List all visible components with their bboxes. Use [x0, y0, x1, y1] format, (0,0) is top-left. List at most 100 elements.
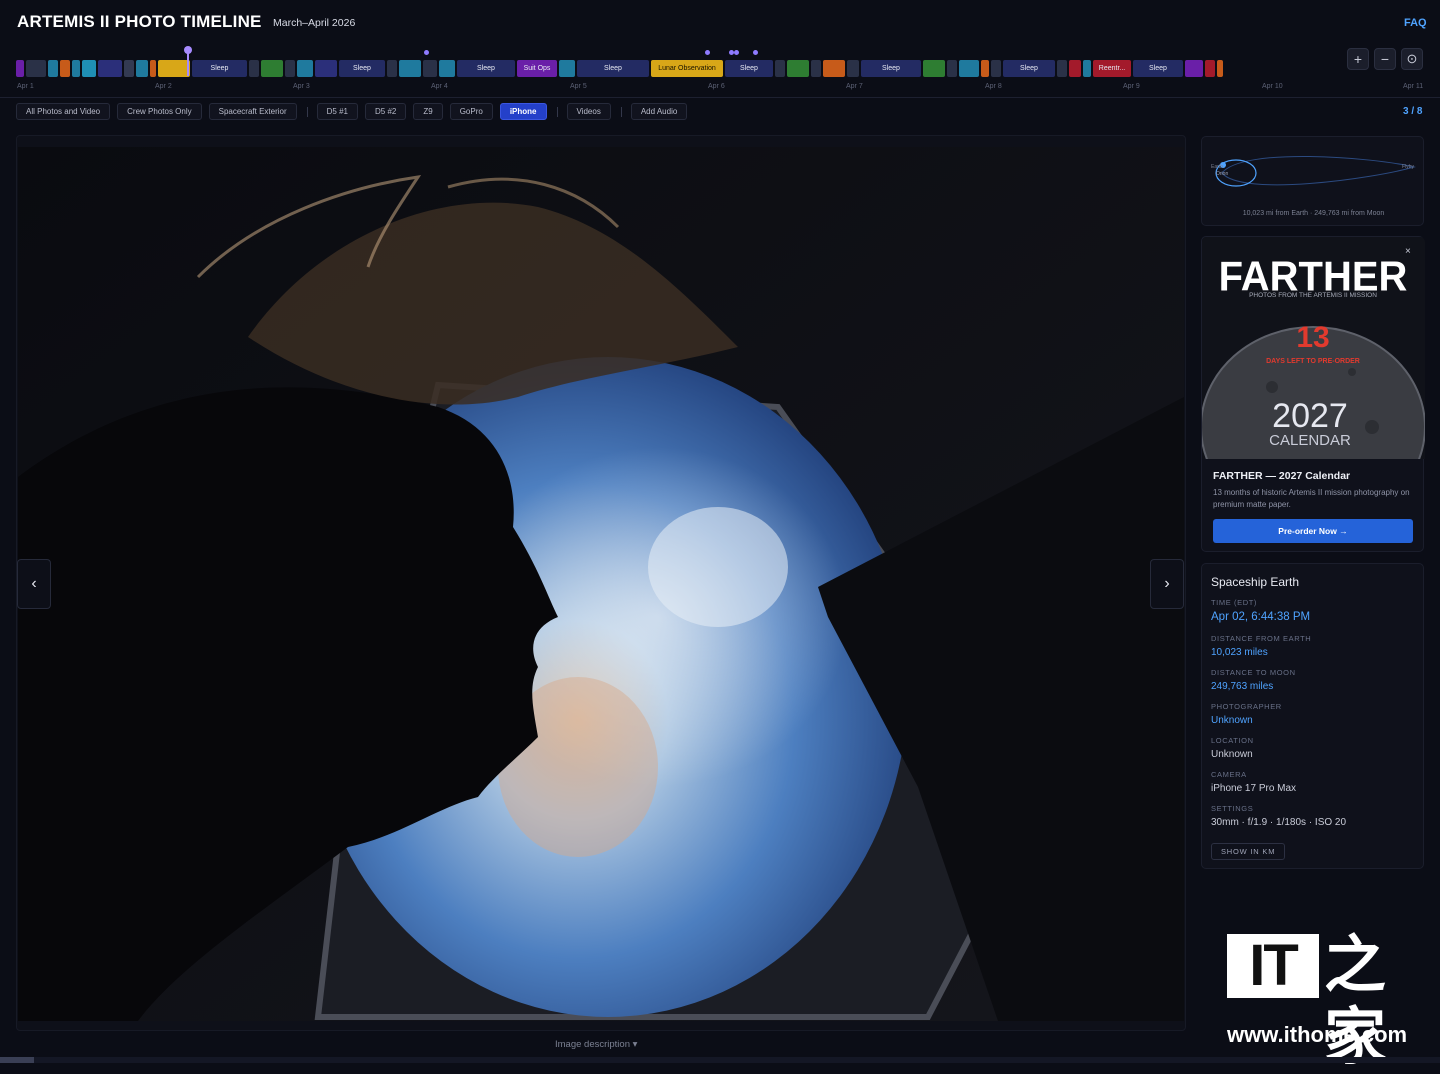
timeline-day-label: Apr 4: [431, 83, 448, 90]
filter-chip[interactable]: Crew Photos Only: [117, 103, 202, 120]
filter-separator: [620, 106, 622, 117]
photographer-label: PHOTOGRAPHER: [1211, 702, 1282, 711]
timeline-day-label: Apr 11: [1403, 83, 1424, 90]
timeline-segment[interactable]: [1185, 60, 1203, 77]
filter-chip[interactable]: D5 #1: [316, 103, 358, 120]
zoom-out-button[interactable]: −: [1374, 48, 1396, 70]
orion-label: Orion: [1216, 171, 1228, 177]
timeline-segment[interactable]: Sleep: [192, 60, 247, 77]
timeline-segment[interactable]: [439, 60, 455, 77]
timeline-day-label: Apr 10: [1262, 83, 1283, 90]
filter-chip[interactable]: iPhone: [499, 103, 547, 120]
timeline-segment[interactable]: [823, 60, 845, 77]
timeline-segment[interactable]: [136, 60, 148, 77]
next-photo-button[interactable]: ›: [1150, 559, 1184, 609]
calendar-ad-image: FARTHER PHOTOS FROM THE ARTEMIS II MISSI…: [1202, 237, 1425, 459]
timeline-segment[interactable]: [1083, 60, 1091, 77]
timeline-segment[interactable]: [423, 60, 437, 77]
timeline-segment[interactable]: [285, 60, 295, 77]
timeline-day-label: Apr 8: [985, 83, 1002, 90]
timeline-bar[interactable]: Sleep Sleep Sleep Suit Ops Sleep Lunar Observ…: [16, 60, 1304, 77]
timeline-segment[interactable]: [847, 60, 859, 77]
distance-moon-value: 249,763 miles: [1211, 681, 1274, 692]
filter-chip[interactable]: Z9: [413, 103, 443, 120]
timeline-playhead[interactable]: [184, 46, 192, 78]
zoom-reset-button[interactable]: ⊙: [1401, 48, 1423, 70]
filter-chip[interactable]: All Photos and Video: [16, 103, 111, 120]
timeline-segment[interactable]: [811, 60, 821, 77]
image-description-toggle[interactable]: Image description ▾: [555, 1039, 637, 1050]
filter-bar: All Photos and Video Crew Photos Only Spac…: [16, 103, 694, 120]
filter-chip[interactable]: Spacecraft Exterior: [208, 103, 297, 120]
orbit-panel: Earth Orion Flyby 10,023 mi from Earth ·…: [1201, 136, 1424, 226]
timeline-segment[interactable]: [60, 60, 70, 77]
timeline-segment-label: Sleep: [1149, 65, 1167, 72]
photo-counter: 3 / 8: [1403, 106, 1423, 117]
timeline-segment[interactable]: [947, 60, 957, 77]
timeline-segment[interactable]: Lunar Observation: [651, 60, 723, 77]
orbit-distance-caption: 10,023 mi from Earth · 249,763 mi from M…: [1242, 210, 1385, 217]
timeline-segment[interactable]: [16, 60, 24, 77]
timeline-segment[interactable]: [399, 60, 421, 77]
timeline-segment[interactable]: [959, 60, 979, 77]
timeline-segment[interactable]: [1069, 60, 1081, 77]
timeline-segment-label: Sleep: [477, 65, 495, 72]
timeline-segment[interactable]: Suit Ops: [517, 60, 557, 77]
timeline-segment[interactable]: Sleep: [339, 60, 385, 77]
photographer-value[interactable]: Unknown: [1211, 715, 1253, 726]
timeline-segment[interactable]: [981, 60, 989, 77]
timeline-segment[interactable]: [249, 60, 259, 77]
location-value: Unknown: [1211, 749, 1253, 760]
timeline-segment-label: Sleep: [1020, 65, 1038, 72]
timeline-segment[interactable]: [1057, 60, 1067, 77]
ad-close-icon[interactable]: ×: [1405, 246, 1411, 257]
timeline-segment[interactable]: [48, 60, 58, 77]
timeline-segment[interactable]: [98, 60, 122, 77]
timeline-segment[interactable]: [72, 60, 80, 77]
filter-chip[interactable]: D5 #2: [365, 103, 407, 120]
timeline-segment[interactable]: [150, 60, 156, 77]
timeline-segment[interactable]: Sleep: [457, 60, 515, 77]
timeline-segment[interactable]: [559, 60, 575, 77]
timeline-segment[interactable]: Sleep: [577, 60, 649, 77]
timeline-segment[interactable]: Sleep: [1003, 60, 1055, 77]
timeline-segment[interactable]: [775, 60, 785, 77]
prev-photo-button[interactable]: ‹: [17, 559, 51, 609]
timeline-segment[interactable]: Sleep: [861, 60, 921, 77]
timeline-segment[interactable]: [82, 60, 96, 77]
distance-moon-label: DISTANCE TO MOON: [1211, 668, 1296, 677]
horizontal-scrollbar[interactable]: [0, 1057, 1440, 1063]
timeline-segment[interactable]: Sleep: [725, 60, 773, 77]
timeline-segment[interactable]: [787, 60, 809, 77]
timeline-event-dot[interactable]: [734, 50, 739, 55]
timeline-segment[interactable]: Reentr...: [1093, 60, 1131, 77]
timeline-segment[interactable]: [1217, 60, 1223, 77]
timeline-event-dot[interactable]: [424, 50, 429, 55]
preorder-button[interactable]: Pre-order Now →: [1213, 519, 1413, 543]
filter-chip[interactable]: Videos: [566, 103, 611, 120]
timeline-segment[interactable]: [1205, 60, 1215, 77]
orbit-diagram: Earth Orion Flyby: [1211, 155, 1416, 187]
timeline-segment[interactable]: [991, 60, 1001, 77]
faq-link[interactable]: FAQ: [1404, 17, 1427, 29]
scrollbar-thumb[interactable]: [0, 1057, 34, 1063]
timeline-segment[interactable]: [387, 60, 397, 77]
timeline-segment[interactable]: [923, 60, 945, 77]
timeline-segment[interactable]: [315, 60, 337, 77]
ad-calendar-word: CALENDAR: [1269, 432, 1351, 449]
timeline-segment[interactable]: [297, 60, 313, 77]
filter-chip[interactable]: Add Audio: [630, 103, 688, 120]
timeline-segment[interactable]: Sleep: [1133, 60, 1183, 77]
location-label: LOCATION: [1211, 736, 1254, 745]
timeline-segment[interactable]: [124, 60, 134, 77]
timeline-segment-label: Sleep: [740, 65, 758, 72]
timeline-event-dot[interactable]: [705, 50, 710, 55]
timeline-day-label: Apr 6: [708, 83, 725, 90]
camera-label: CAMERA: [1211, 770, 1247, 779]
zoom-in-button[interactable]: +: [1347, 48, 1369, 70]
timeline-segment[interactable]: [261, 60, 283, 77]
timeline-event-dot[interactable]: [753, 50, 758, 55]
filter-chip[interactable]: GoPro: [449, 103, 493, 120]
show-in-km-button[interactable]: SHOW IN KM: [1211, 843, 1286, 860]
timeline-segment[interactable]: [26, 60, 46, 77]
